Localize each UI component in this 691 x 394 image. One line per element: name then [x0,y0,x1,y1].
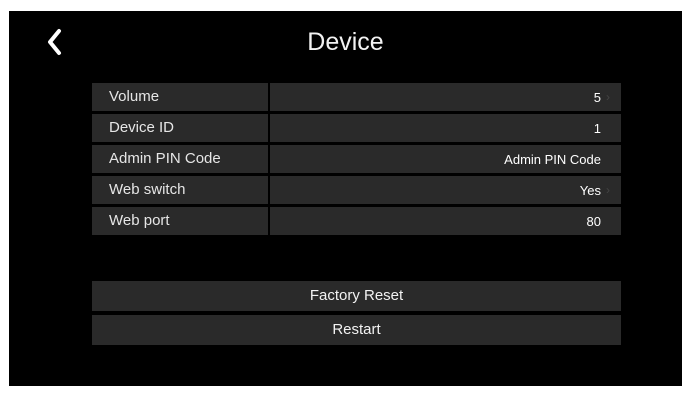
setting-value-cell: Admin PIN Code [270,145,621,173]
setting-value: 80 [586,213,601,229]
setting-label: Web port [92,207,270,235]
factory-reset-button[interactable]: Factory Reset [92,281,621,311]
setting-value: Admin PIN Code [504,151,601,167]
page-title: Device [307,28,384,56]
device-settings-screen: Device Volume 5 › Device ID 1 Admin PIN … [9,11,682,386]
setting-value-cell: 1 [270,114,621,142]
setting-row-device-id[interactable]: Device ID 1 [92,114,621,142]
settings-list: Volume 5 › Device ID 1 Admin PIN Code Ad… [92,83,621,238]
setting-label: Admin PIN Code [92,145,270,173]
setting-value-cell: 80 [270,207,621,235]
setting-value-cell: Yes › [270,176,621,204]
setting-label: Web switch [92,176,270,204]
setting-row-admin-pin[interactable]: Admin PIN Code Admin PIN Code [92,145,621,173]
setting-row-volume[interactable]: Volume 5 › [92,83,621,111]
setting-value: 1 [593,120,601,136]
setting-value: Yes [579,182,601,198]
action-buttons: Factory Reset Restart [92,281,621,349]
setting-label: Device ID [92,114,270,142]
setting-label: Volume [92,83,270,111]
setting-row-web-port[interactable]: Web port 80 [92,207,621,235]
setting-value: 5 [593,89,601,105]
restart-button[interactable]: Restart [92,315,621,345]
setting-value-cell: 5 › [270,83,621,111]
setting-row-web-switch[interactable]: Web switch Yes › [92,176,621,204]
chevron-right-icon: › [606,90,610,104]
chevron-right-icon: › [606,183,610,197]
